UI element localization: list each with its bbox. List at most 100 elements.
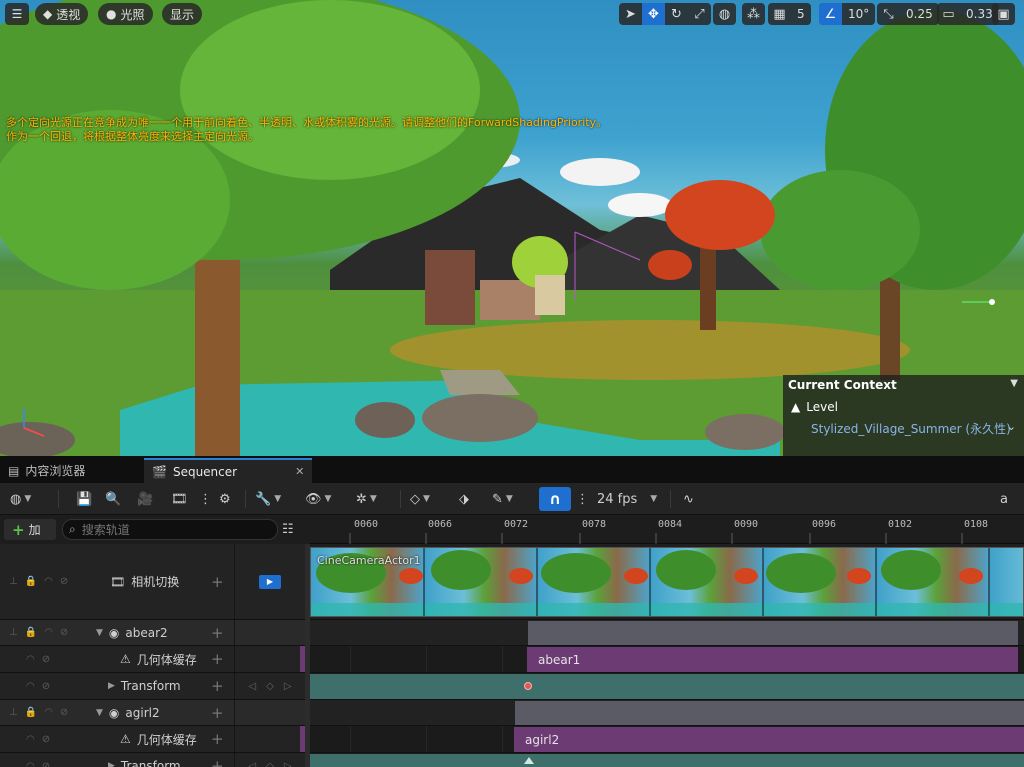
render-movie-button[interactable]: 🎞 [171, 488, 188, 510]
headphones-icon[interactable]: ◠ [26, 761, 35, 767]
edit-options-button[interactable]: ✎ ▼ [492, 488, 513, 510]
disable-icon[interactable]: ⊘ [42, 761, 50, 767]
headphones-icon[interactable]: ◠ [26, 654, 35, 665]
track-geometry-cache-agirl[interactable]: ◠ ⊘ ⚠ 几何体缓存 + [0, 726, 305, 753]
add-track-button[interactable]: + 加 [4, 519, 56, 540]
headphones-icon[interactable]: ◠ [44, 627, 53, 638]
prev-key-icon[interactable]: ◁ [248, 761, 256, 767]
view-options-button[interactable]: 👁 ▼ [305, 488, 331, 510]
disable-icon[interactable]: ⊘ [60, 576, 68, 587]
disable-icon[interactable]: ⊘ [42, 734, 50, 745]
tools-menu-button[interactable]: 🔧 ▼ [255, 488, 281, 510]
grid-snap-group[interactable]: ▦ 5 [768, 3, 811, 25]
collapse-arrow-icon[interactable]: ▼ [1010, 378, 1018, 389]
prev-key-icon[interactable]: ◁ [248, 681, 256, 692]
playback-options-button[interactable]: ✲ ▼ [356, 488, 377, 510]
lock-icon[interactable]: 🔒 [25, 627, 37, 638]
track-actor-abear2[interactable]: ⊥ 🔒 ◠ ⊘ ▼ ◉ abear2 + [0, 620, 305, 646]
transform-section-abear[interactable] [310, 674, 1024, 699]
key-options-button[interactable]: ◇ ▼ [410, 488, 430, 510]
expand-arrow-icon[interactable]: ▼ [96, 628, 103, 638]
add-key-icon[interactable]: ◇ [266, 761, 274, 767]
camera-lock-icon[interactable]: ▶ [259, 574, 281, 589]
expand-arrow-icon[interactable]: ▼ [96, 708, 103, 718]
find-in-browser-button[interactable]: 🔍 [105, 488, 121, 510]
keyframe-marker[interactable] [524, 682, 532, 690]
search-input[interactable] [81, 522, 262, 537]
disable-icon[interactable]: ⊘ [42, 654, 50, 665]
lock-icon[interactable]: 🔒 [25, 576, 37, 587]
lit-mode-button[interactable]: ● 光照 [98, 3, 153, 25]
add-icon[interactable]: + [211, 753, 224, 767]
headphones-icon[interactable]: ◠ [26, 681, 35, 692]
level-viewport[interactable]: ☰ ◆ 透视 ● 光照 显示 ➤ ✥ ↻ ⤢ ◍ ⁂ ▦ 5 ∠ 10° ⤡ 0… [0, 0, 1024, 456]
timeline-area[interactable]: CineCameraActor1 abear1 agirl2 [310, 544, 1024, 767]
pin-icon[interactable]: ⊥ [9, 576, 18, 587]
tab-content-browser[interactable]: ▤ 内容浏览器 [0, 458, 93, 483]
create-camera-button[interactable]: 🎥 [137, 488, 153, 510]
track-transform-abear[interactable]: ◠ ⊘ ▶ Transform + ◁ ◇ ▷ [0, 673, 305, 700]
add-icon[interactable]: + [211, 700, 224, 725]
snap-options-button[interactable]: ⋮ [576, 488, 589, 510]
track-actor-agirl2[interactable]: ⊥ 🔒 ◠ ⊘ ▼ ◉ agirl2 + [0, 700, 305, 726]
world-menu-button[interactable]: ◍ ▼ [10, 488, 31, 510]
disable-icon[interactable]: ⊘ [60, 707, 68, 718]
rotate-tool-icon[interactable]: ↻ [665, 3, 688, 25]
headphones-icon[interactable]: ◠ [26, 734, 35, 745]
add-icon[interactable]: + [211, 544, 224, 619]
add-icon[interactable]: + [211, 673, 224, 699]
camera-cut-section[interactable]: CineCameraActor1 [310, 547, 1024, 617]
expand-arrow-icon[interactable]: ▶ [108, 681, 115, 691]
add-key-icon[interactable]: ◇ [266, 681, 274, 692]
expand-arrow-icon[interactable]: ▶ [108, 761, 115, 767]
list-timeline-splitter[interactable] [305, 544, 310, 767]
track-geometry-cache-abear[interactable]: ◠ ⊘ ⚠ 几何体缓存 + [0, 646, 305, 673]
transform-section-agirl[interactable] [310, 754, 1024, 767]
show-button[interactable]: 显示 [162, 3, 203, 25]
curve-editor-button[interactable]: ∿ [683, 488, 694, 510]
snap-toggle-button[interactable]: ∩ [539, 487, 571, 511]
geometry-cache-section-agirl[interactable]: agirl2 [514, 727, 1024, 752]
close-icon[interactable]: ✕ [295, 465, 304, 478]
perspective-button[interactable]: ◆ 透视 [35, 3, 89, 25]
headphones-icon[interactable]: ◠ [44, 707, 53, 718]
more-options-button[interactable]: ⋮ [199, 488, 212, 510]
headphones-icon[interactable]: ◠ [44, 576, 53, 587]
next-key-icon[interactable]: ▷ [284, 761, 292, 767]
track-camera-lock[interactable]: ▶ [234, 544, 305, 619]
filter-icon[interactable]: ☷ [282, 522, 294, 537]
scale-tool-icon[interactable]: ⤢ [688, 3, 711, 25]
viewport-layout-button[interactable]: ▣ [992, 3, 1015, 25]
move-tool-icon[interactable]: ✥ [642, 3, 665, 25]
chevron-down-icon[interactable]: ⌄ [1007, 420, 1016, 433]
rotation-snap-group[interactable]: ∠ 10° [819, 3, 876, 25]
scale-snap-group[interactable]: ⤡ 0.25 [877, 3, 939, 25]
actions-menu-button[interactable]: ⚙ [219, 488, 231, 510]
keyframe-marker[interactable] [524, 757, 534, 764]
save-button[interactable]: 💾 [76, 488, 92, 510]
pin-icon[interactable]: ⊥ [9, 627, 18, 638]
next-key-icon[interactable]: ▷ [284, 681, 292, 692]
track-transform-agirl[interactable]: ◠ ⊘ ▶ Transform + ◁ ◇ ▷ [0, 753, 305, 767]
viewport-menu-button[interactable]: ☰ [5, 3, 29, 25]
geometry-cache-section-abear[interactable]: abear1 [527, 647, 1018, 672]
track-camera-cut[interactable]: ⊥ 🔒 ◠ ⊘ 🎞 相机切换 + ▶ [0, 544, 305, 620]
world-local-toggle[interactable]: ◍ [713, 3, 736, 25]
lock-icon[interactable]: 🔒 [25, 707, 37, 718]
disable-icon[interactable]: ⊘ [60, 627, 68, 638]
select-tool-icon[interactable]: ➤ [619, 3, 642, 25]
timeline-ruler[interactable]: 0060 0066 0072 0078 0084 0090 0096 0102 … [310, 515, 1024, 544]
actor-section-agirl[interactable] [515, 701, 1024, 725]
disable-icon[interactable]: ⊘ [42, 681, 50, 692]
add-icon[interactable]: + [211, 620, 224, 645]
camera-speed-group[interactable]: ▭ 0.33 [937, 3, 999, 25]
auto-key-button[interactable]: ⬗ [459, 488, 469, 510]
context-map-name[interactable]: Stylized_Village_Summer (永久性) [811, 420, 1011, 437]
tab-sequencer[interactable]: 🎬 Sequencer ✕ [144, 458, 313, 483]
surface-snap-toggle[interactable]: ⁂ [742, 3, 765, 25]
actor-section-abear[interactable] [528, 621, 1018, 645]
pin-icon[interactable]: ⊥ [9, 707, 18, 718]
add-icon[interactable]: + [211, 646, 224, 672]
add-icon[interactable]: + [211, 726, 224, 752]
fps-selector[interactable]: 24 fps ▼ [597, 488, 657, 510]
